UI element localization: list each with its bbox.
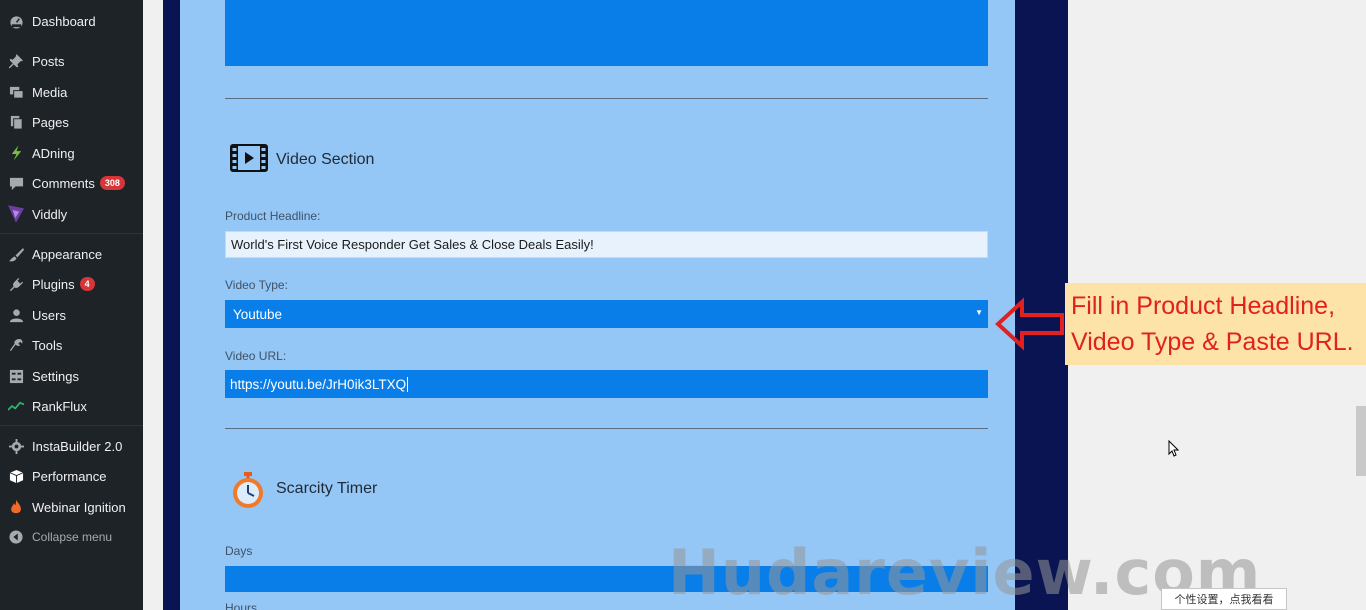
sidebar-item-media[interactable]: Media	[0, 78, 143, 106]
video-type-label: Video Type:	[225, 278, 288, 292]
callout-arrow-icon	[994, 296, 1066, 357]
flame-icon	[8, 499, 24, 515]
admin-sidebar: Dashboard Posts Media Pages ADning Comme…	[0, 0, 143, 610]
hours-label: Hours	[225, 601, 258, 610]
section-divider	[225, 428, 988, 429]
sidebar-item-pages[interactable]: Pages	[0, 108, 143, 136]
chart-icon	[8, 398, 24, 414]
content-gutter	[143, 0, 163, 610]
sidebar-item-label: Appearance	[32, 246, 103, 262]
settings-icon	[8, 368, 24, 384]
sidebar-item-dashboard[interactable]: Dashboard	[0, 7, 143, 35]
sidebar-item-label: Viddly	[32, 206, 68, 222]
brush-icon	[8, 246, 24, 262]
ime-settings-bar[interactable]: 个性设置，点我看看	[1161, 588, 1287, 610]
media-icon	[8, 84, 24, 100]
sidebar-item-tools[interactable]: Tools	[0, 331, 143, 359]
scarcity-section-title: Scarcity Timer	[276, 480, 378, 497]
gear-icon	[8, 438, 24, 454]
sidebar-item-label: Dashboard	[32, 13, 96, 29]
sidebar-separator	[0, 233, 143, 234]
scrollbar-thumb[interactable]	[1356, 406, 1366, 476]
plug-icon	[8, 276, 24, 292]
sidebar-separator	[0, 425, 143, 426]
stopwatch-icon	[231, 472, 265, 515]
comments-count-badge: 308	[99, 176, 125, 190]
section-divider	[225, 98, 988, 99]
plugins-count-badge: 4	[79, 277, 95, 291]
video-url-input[interactable]: https://youtu.be/JrH0ik3LTXQ	[225, 370, 988, 398]
sidebar-item-label: Webinar Ignition	[32, 499, 126, 515]
pin-icon	[8, 53, 24, 69]
sidebar-item-posts[interactable]: Posts	[0, 47, 143, 75]
sidebar-item-label: InstaBuilder 2.0	[32, 438, 123, 454]
product-headline-label: Product Headline:	[225, 209, 321, 223]
sidebar-item-rankflux[interactable]: RankFlux	[0, 392, 143, 420]
video-section-title: Video Section	[276, 151, 375, 168]
sidebar-item-label: Media	[32, 84, 68, 100]
sidebar-item-webinar-ignition[interactable]: Webinar Ignition	[0, 493, 143, 521]
video-url-label: Video URL:	[225, 349, 287, 363]
wrench-icon	[8, 337, 24, 353]
callout-text-line1: Fill in Product Headline,	[1071, 292, 1336, 320]
sidebar-item-plugins[interactable]: Plugins 4	[0, 270, 143, 298]
callout-text-line2: Video Type & Paste URL.	[1071, 328, 1354, 356]
video-type-select[interactable]: Youtube ▼	[225, 300, 988, 328]
sidebar-item-label: ADning	[32, 145, 75, 161]
sidebar-item-adning[interactable]: ADning	[0, 139, 143, 167]
sidebar-item-label: Pages	[32, 114, 69, 130]
sidebar-item-settings[interactable]: Settings	[0, 362, 143, 390]
pages-icon	[8, 114, 24, 130]
sidebar-item-label: Plugins	[32, 276, 75, 292]
cube-icon	[8, 468, 24, 484]
text-caret	[407, 376, 409, 392]
sidebar-item-label: Tools	[32, 337, 63, 353]
sidebar-item-performance[interactable]: Performance	[0, 462, 143, 490]
sidebar-item-label: Posts	[32, 53, 65, 69]
days-label: Days	[225, 544, 253, 558]
description-textarea[interactable]	[225, 0, 988, 66]
collapse-menu-label: Collapse menu	[32, 530, 113, 544]
lightning-icon	[8, 145, 24, 161]
collapse-arrow-icon	[8, 529, 24, 545]
sidebar-item-comments[interactable]: Comments 308	[0, 169, 143, 197]
video-section-icon	[230, 144, 268, 177]
sidebar-item-users[interactable]: Users	[0, 301, 143, 329]
sidebar-item-label: RankFlux	[32, 398, 87, 414]
video-url-value: https://youtu.be/JrH0ik3LTXQ	[230, 376, 407, 392]
dashboard-icon	[8, 13, 24, 29]
user-icon	[8, 307, 24, 323]
mouse-cursor-icon	[1168, 439, 1180, 462]
product-headline-input[interactable]: World's First Voice Responder Get Sales …	[225, 231, 988, 258]
dropdown-arrow-icon: ▼	[975, 308, 983, 317]
collapse-menu-button[interactable]: Collapse menu	[0, 523, 143, 551]
comment-icon	[8, 175, 24, 191]
sidebar-item-label: Performance	[32, 468, 107, 484]
viddly-icon	[8, 205, 24, 223]
sidebar-item-label: Users	[32, 307, 66, 323]
sidebar-item-label: Settings	[32, 368, 79, 384]
sidebar-item-appearance[interactable]: Appearance	[0, 240, 143, 268]
sidebar-item-viddly[interactable]: Viddly	[0, 200, 143, 228]
video-type-value: Youtube	[233, 306, 283, 322]
sidebar-item-instabuilder[interactable]: InstaBuilder 2.0	[0, 432, 143, 460]
sidebar-item-label: Comments	[32, 175, 95, 191]
